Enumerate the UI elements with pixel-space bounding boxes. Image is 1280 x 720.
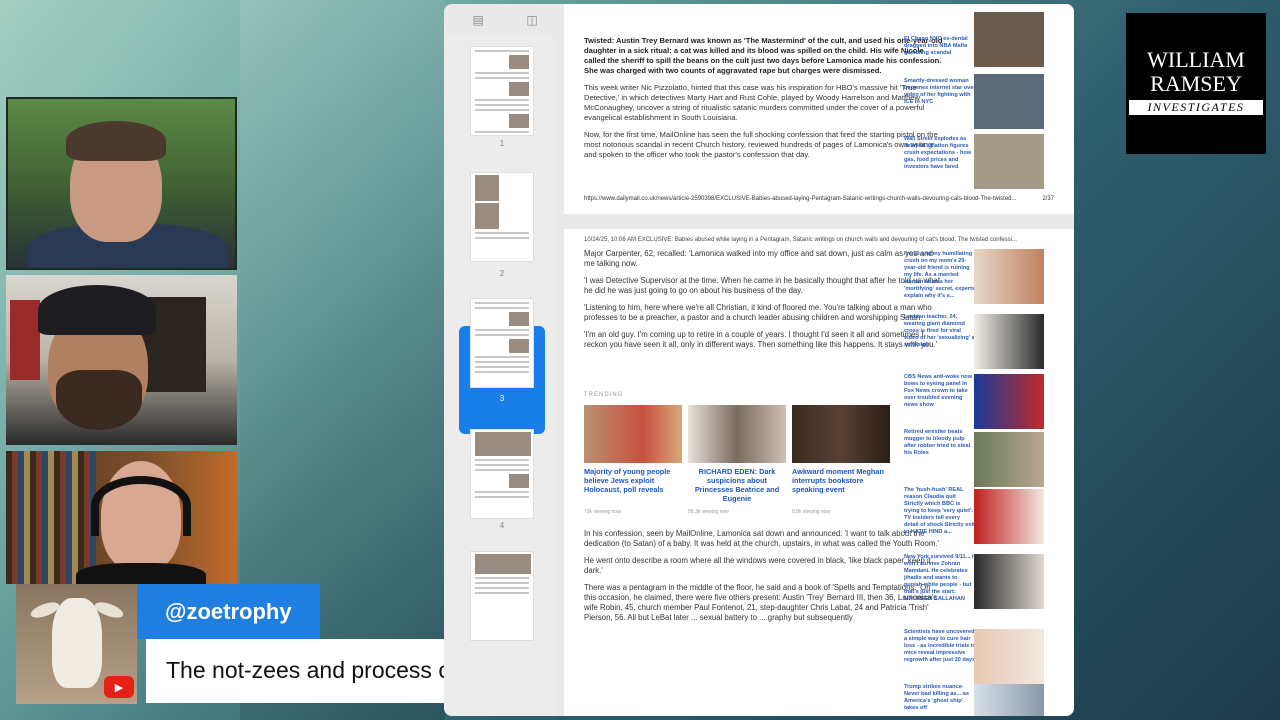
- thumbnail-label: 2: [499, 269, 505, 278]
- webcam-feed-guest-2: [6, 451, 237, 584]
- sidebar-photo: [974, 374, 1044, 429]
- sidebar-photo: [974, 432, 1044, 487]
- sidebar-toggle-icon[interactable]: ▤: [470, 12, 486, 28]
- article-paragraph: 'I was Detective Supervisor at the time.…: [584, 276, 940, 295]
- sidebar-headline: Lesbian teacher, 24, wearing giant diamo…: [904, 314, 975, 348]
- page-thumbnail-1[interactable]: [470, 46, 534, 136]
- pdf-page-3: 10/24/25, 10:06 AM EXCLUSIVE: Babies abu…: [564, 229, 1074, 716]
- sidebar-photo: [974, 74, 1044, 129]
- sidebar-photo: [974, 134, 1044, 189]
- thumbnail-sidebar: 1 2 3 4: [444, 36, 556, 716]
- article-paragraph: Twisted: Austin Trey Bernard was known a…: [584, 36, 943, 75]
- view-menu-icon[interactable]: ◫: [524, 12, 540, 28]
- logo-line-1: WILLIAM: [1147, 47, 1245, 72]
- trending-headline[interactable]: Awkward moment Meghan interrupts booksto…: [792, 467, 890, 494]
- article-paragraph: He went onto describe a room where all t…: [584, 556, 931, 575]
- article-body-continued: In his confession, seen by MailOnline, L…: [584, 529, 944, 630]
- trending-image[interactable]: [688, 405, 786, 463]
- logo-line-2: RAMSEY: [1150, 71, 1242, 96]
- article-paragraph: 'I'm an old guy. I'm coming up to retire…: [584, 330, 938, 349]
- article-body: Major Carpenter, 62, recalled: 'Lamonica…: [584, 249, 944, 357]
- commenter-username: @zoetrophy: [137, 584, 320, 639]
- wall-poster-red: [10, 300, 40, 380]
- trending-headline[interactable]: RICHARD EDEN: Dark suspicions about Prin…: [688, 467, 786, 503]
- youtube-icon: ▶: [104, 676, 134, 698]
- sidebar-headline: Scientists have uncovered a simple way t…: [904, 629, 976, 663]
- article-paragraph: In his confession, seen by MailOnline, L…: [584, 529, 940, 548]
- sidebar-headline: The 'hush-hush' REAL reason Claudia quit…: [904, 487, 975, 535]
- article-paragraph: Now, for the first time, MailOnline has …: [584, 130, 938, 159]
- webcam-feed-host: [6, 97, 237, 270]
- sidebar-headline: I'm 50 and my humiliating crush on my mo…: [904, 251, 976, 299]
- page-url: https://www.dailymail.co.uk/news/article…: [584, 196, 1017, 202]
- guest1-cap: [38, 285, 156, 335]
- sidebar-headline: Trump strikes nuance-Never bad killing a…: [904, 684, 969, 711]
- trending-viewers: 73k viewing now: [584, 509, 621, 515]
- thumbnail-label: 3: [499, 394, 505, 403]
- sidebar-photo: [974, 489, 1044, 544]
- sidebar-headline: El Chapo NYC ex-dental dragged into NBA …: [904, 36, 968, 56]
- guest2-body: [76, 563, 206, 584]
- page-url-footer: https://www.dailymail.co.uk/news/article…: [584, 196, 1054, 202]
- logo-line-3: INVESTIGATES: [1129, 100, 1263, 115]
- sidebar-photo: [974, 314, 1044, 369]
- sidebar-headline: Wall Street explodes as delayed inflatio…: [904, 136, 972, 170]
- trending-headline[interactable]: Majority of young people believe Jews ex…: [584, 467, 682, 494]
- pdf-page-2: Twisted: Austin Trey Bernard was known a…: [564, 4, 1074, 214]
- sidebar-photo: [974, 629, 1044, 684]
- trending-viewers: 58.3k viewing now: [688, 509, 729, 515]
- sidebar-headline: CBS News anti-woke now bows to eyeing pa…: [904, 374, 973, 408]
- page-thumbnail-3[interactable]: [470, 298, 534, 388]
- host-hair: [66, 121, 166, 161]
- sidebar-headline: New York survived 9/11... it won't survi…: [904, 554, 976, 602]
- thumbnail-label: 1: [499, 139, 505, 148]
- guest1-beard: [56, 370, 142, 430]
- goat-image: [52, 598, 102, 688]
- sidebar-photo: [974, 12, 1044, 67]
- article-paragraph: This week writer Nic Pizzolatto, hinted …: [584, 83, 925, 122]
- headphones-icon: [91, 476, 191, 536]
- thumbnail-label: 4: [499, 521, 505, 530]
- trending-viewers: 8.8k viewing now: [792, 509, 831, 515]
- page-count: 2/37: [1042, 196, 1054, 202]
- sidebar-headline: Retired wrestler beats mugger to bloody …: [904, 429, 971, 456]
- page-thumbnail-2[interactable]: [470, 172, 534, 262]
- sidebar-photo: [974, 249, 1044, 304]
- sidebar-photo: [974, 554, 1044, 609]
- webcam-feed-guest-1: [6, 275, 237, 445]
- page-header: 10/24/25, 10:06 AM EXCLUSIVE: Babies abu…: [584, 237, 1017, 243]
- bookshelf: [6, 451, 96, 584]
- pdf-viewer-window: ▤ ◫ ⚲ ⊖ ⊕ ✎ ⟳ □ ◉ ▣ ⚲ 1 2 3 4: [444, 4, 1074, 716]
- sidebar-photo: [974, 684, 1044, 716]
- trending-label: TRENDING: [584, 392, 624, 398]
- sidebar-headline: Smartly-dressed woman becomes internet s…: [904, 78, 976, 105]
- show-logo: WILLIAM RAMSEY INVESTIGATES: [1126, 13, 1266, 154]
- page-thumbnail-5[interactable]: [470, 551, 534, 641]
- article-paragraph: There was a pentagram in the middle of t…: [584, 583, 938, 622]
- article-body: Twisted: Austin Trey Bernard was known a…: [584, 36, 944, 167]
- page-thumbnail-4[interactable]: [470, 429, 534, 519]
- article-paragraph: 'Listening to him, here where we're all …: [584, 303, 932, 322]
- trending-image[interactable]: [584, 405, 682, 463]
- article-paragraph: Major Carpenter, 62, recalled: 'Lamonica…: [584, 249, 933, 268]
- trending-image[interactable]: [792, 405, 890, 463]
